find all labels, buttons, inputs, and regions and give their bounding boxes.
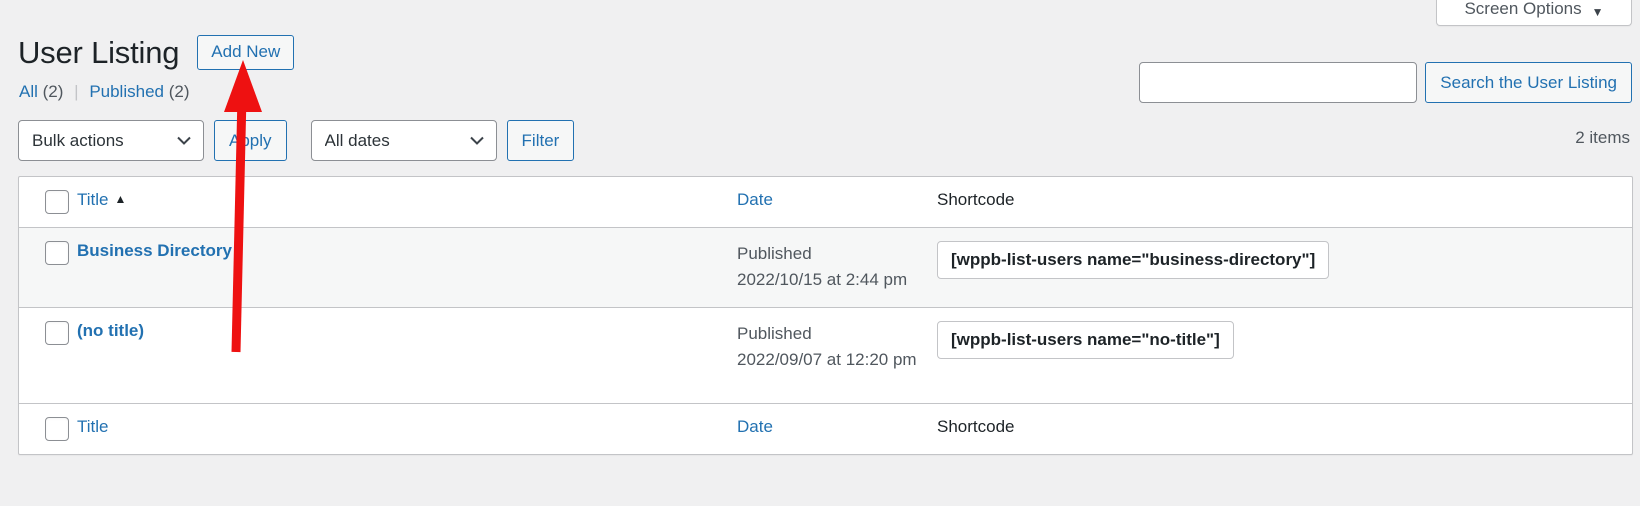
row-shortcode-value[interactable]: [wppb-list-users name="no-title"] [937,320,1234,359]
page-header: User Listing Add New [18,14,295,91]
wp-admin-page: Screen Options ▼ User Listing Add New Al… [0,0,1640,506]
row-select-cell[interactable] [19,307,77,405]
status-separator: | [74,82,79,101]
search-input[interactable] [1139,62,1418,103]
table-row: Business Directory Published 2022/10/15 … [19,227,1632,308]
status-count-published: (2) [168,82,190,101]
status-count-all: (2) [42,82,64,101]
search-submit-button[interactable]: Search the User Listing [1425,62,1632,103]
bulk-actions-wrapper: Bulk actions [18,120,204,161]
table-header-row: Title ▲ Date Shortcode [19,177,1632,228]
table-row: (no title) Published 2022/09/07 at 12:20… [19,307,1632,405]
row-date-value: 2022/10/15 at 2:44 pm [737,270,908,290]
row-date-status: Published [737,323,812,343]
column-header-shortcode-label: Shortcode [937,190,1015,209]
sort-ascending-icon: ▲ [114,192,127,206]
dates-filter-select[interactable]: All dates [310,120,497,161]
page-title: User Listing [18,34,180,70]
column-footer-date-label: Date [737,417,773,437]
row-date-status: Published [737,244,812,263]
select-all-checkbox[interactable] [45,190,69,214]
status-filter-links: All (2) | Published (2) [19,82,190,102]
row-shortcode-cell: [wppb-list-users name="no-title"] [937,307,1632,405]
column-header-title[interactable]: Title ▲ [77,177,737,228]
select-all-checkbox-footer[interactable] [45,417,69,442]
row-title-link[interactable]: (no title) [77,321,144,340]
bulk-actions-select[interactable]: Bulk actions [18,120,204,161]
row-checkbox[interactable] [45,320,69,345]
column-footer-title-label: Title [77,417,109,437]
dates-filter-wrapper: All dates [310,120,497,161]
status-link-all[interactable]: All [19,82,38,101]
column-header-date[interactable]: Date [737,177,937,228]
filter-button[interactable]: Filter [506,120,575,161]
row-date-cell: Published 2022/09/07 at 12:20 pm [737,307,937,405]
column-footer-date[interactable]: Date [737,403,937,455]
column-footer-shortcode-label: Shortcode [937,417,1015,437]
column-header-title-label: Title [77,190,109,209]
row-title-link[interactable]: Business Directory [77,241,232,260]
column-header-shortcode: Shortcode [937,177,1632,228]
row-title-cell: (no title) [77,307,737,405]
status-link-published[interactable]: Published [89,82,164,101]
screen-options-button[interactable]: Screen Options ▼ [1436,0,1632,26]
row-title-cell: Business Directory [77,227,737,308]
search-area: Search the User Listing [1139,62,1632,103]
chevron-down-icon: ▼ [1591,5,1604,19]
column-header-date-label: Date [737,190,773,209]
row-shortcode-cell: [wppb-list-users name="business-director… [937,227,1632,308]
displaying-item-count: 2 items [1575,128,1630,147]
apply-button[interactable]: Apply [214,120,287,161]
row-shortcode-value[interactable]: [wppb-list-users name="business-director… [937,241,1330,279]
table-navigation-top: Bulk actions Apply All dates Filter [18,120,575,161]
column-footer-shortcode: Shortcode [937,403,1632,455]
row-checkbox[interactable] [45,241,69,265]
row-date-cell: Published 2022/10/15 at 2:44 pm [737,227,937,308]
user-listing-table: Title ▲ Date Shortcode Business Director… [18,176,1633,456]
add-new-button[interactable]: Add New [197,34,295,71]
select-all-header[interactable] [19,177,77,228]
screen-options-label: Screen Options [1464,0,1582,18]
table-footer-row: Title Date Shortcode [19,403,1632,455]
row-date-value: 2022/09/07 at 12:20 pm [737,350,917,370]
row-select-cell[interactable] [19,227,77,308]
select-all-footer[interactable] [19,403,77,455]
column-footer-title[interactable]: Title [77,403,737,455]
